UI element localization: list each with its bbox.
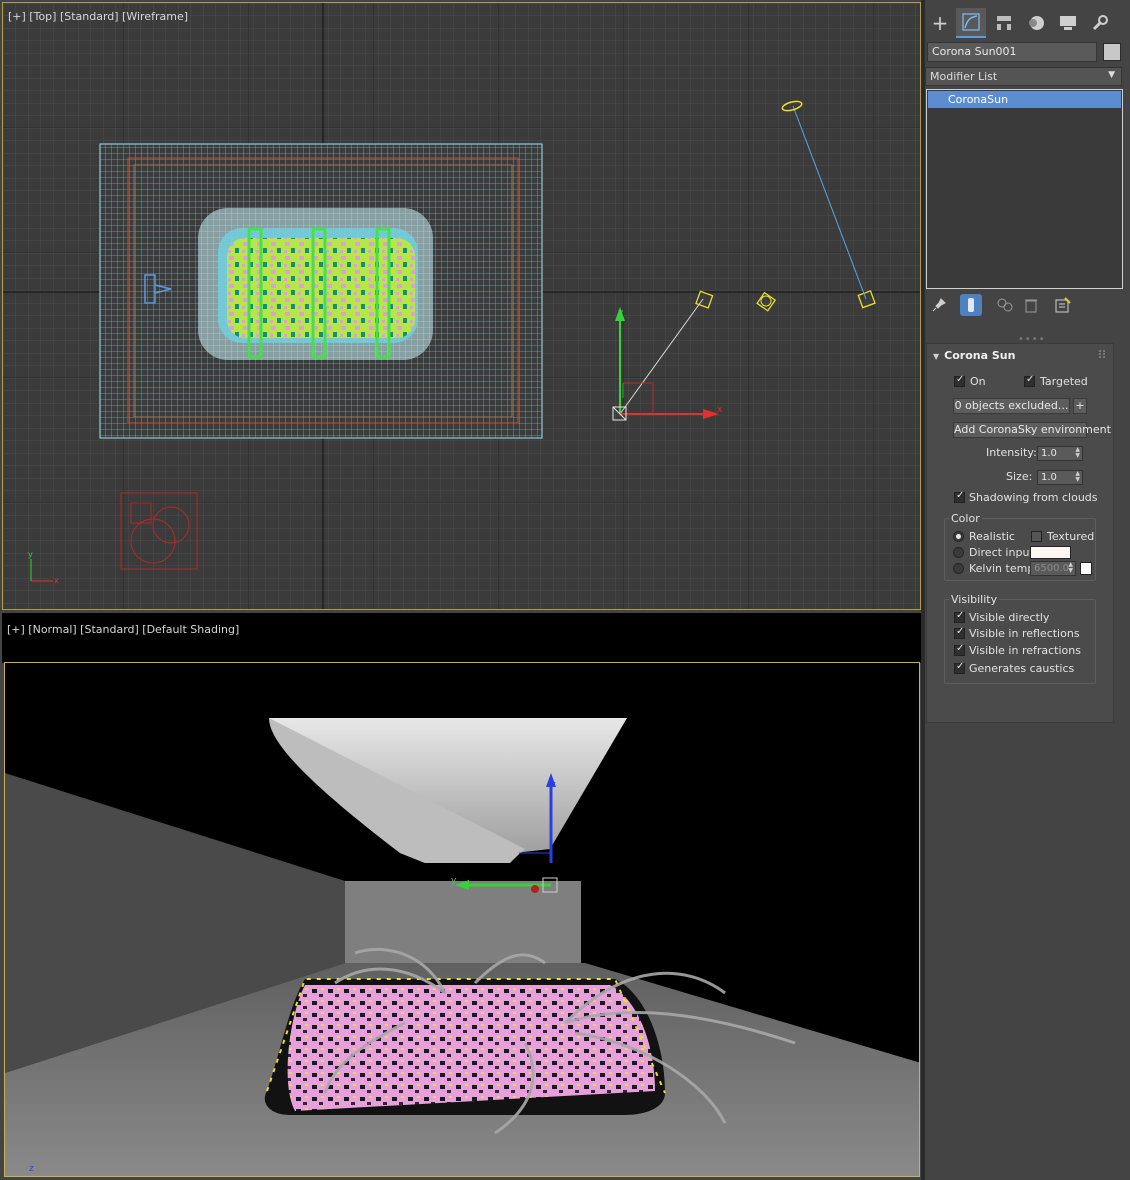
generates-caustics-label: Generates caustics	[969, 662, 1075, 675]
svg-text:z: z	[29, 1164, 34, 1174]
modifier-list-label: Modifier List	[930, 70, 998, 83]
size-value: 1.0	[1041, 472, 1057, 483]
object-name-field[interactable]: Corona Sun001	[927, 42, 1097, 62]
rollout-title: Corona Sun	[944, 349, 1016, 362]
modifier-list-dropdown[interactable]: Modifier List ▼	[925, 67, 1122, 86]
tab-utilities[interactable]	[1085, 8, 1115, 38]
svg-text:y: y	[28, 550, 33, 559]
wrench-icon	[1092, 15, 1108, 31]
realistic-label: Realistic	[969, 530, 1015, 543]
direct-input-color-swatch[interactable]	[1030, 546, 1071, 559]
intensity-label: Intensity:	[986, 446, 1037, 459]
on-label: On	[970, 375, 986, 388]
direct-input-label: Direct input	[969, 546, 1034, 559]
exclude-plus-button[interactable]: +	[1073, 398, 1087, 414]
intensity-value: 1.0	[1041, 448, 1057, 459]
pin-icon	[932, 298, 946, 312]
spinner-arrows-icon[interactable]: ▲ ▼	[1075, 471, 1080, 483]
add-coronasky-button[interactable]: Add CoronaSky environment	[953, 422, 1111, 438]
trash-icon	[1025, 299, 1037, 313]
rollout-grip-icon[interactable]	[1099, 350, 1105, 358]
remove-modifier-button[interactable]	[1020, 294, 1042, 316]
collapse-triangle-icon: ▼	[933, 352, 940, 361]
configure-sets-icon	[1055, 297, 1071, 313]
kelvin-color-swatch[interactable]	[1080, 562, 1092, 575]
pin-stack-button[interactable]	[928, 294, 950, 316]
generates-caustics-checkbox[interactable]	[954, 661, 965, 674]
command-panel-tabs: +	[925, 8, 1130, 40]
spinner-arrows-icon[interactable]: ▲ ▼	[1068, 562, 1073, 574]
visible-in-refractions-label: Visible in refractions	[969, 644, 1081, 657]
object-color-swatch[interactable]	[1103, 43, 1121, 61]
direct-input-radio[interactable]	[953, 547, 964, 558]
end-result-icon	[968, 298, 974, 312]
kelvin-temp-spinner[interactable]: 6500.0 ▲ ▼	[1030, 561, 1076, 576]
visibility-group-title: Visibility	[949, 593, 1000, 606]
tab-create[interactable]: +	[925, 8, 955, 38]
hierarchy-icon	[997, 16, 1011, 30]
textured-label: Textured	[1047, 530, 1095, 543]
rollout-header[interactable]: ▼ Corona Sun	[933, 349, 1015, 362]
stack-toolbar	[925, 294, 1130, 318]
visible-in-refractions-checkbox[interactable]	[954, 643, 965, 656]
top-viewport[interactable]: [+] [Top] [Standard] [Wireframe] y x y x	[2, 2, 921, 610]
visible-directly-checkbox[interactable]	[954, 610, 965, 623]
intensity-spinner[interactable]: 1.0 ▲ ▼	[1037, 446, 1083, 461]
modify-curve-icon	[962, 13, 980, 31]
configure-modifier-sets-button[interactable]	[1052, 294, 1074, 316]
size-label: Size:	[1006, 470, 1033, 483]
command-panel: + Corona Sun001 Modifier List ▼ CoronaSu…	[925, 0, 1130, 1180]
visible-directly-label: Visible directly	[969, 611, 1050, 624]
tab-display[interactable]	[1053, 8, 1083, 38]
svg-text:x: x	[54, 576, 59, 585]
corona-sun-rollout: ▼ Corona Sun On Targeted 0 objects exclud…	[926, 343, 1114, 723]
make-unique-button[interactable]	[994, 294, 1016, 316]
kelvin-temp-value: 6500.0	[1034, 563, 1069, 574]
targeted-checkbox[interactable]	[1024, 374, 1035, 387]
chevron-down-icon: ▼	[1108, 70, 1115, 80]
kelvin-temp-radio[interactable]	[953, 563, 964, 574]
visible-in-reflections-label: Visible in reflections	[969, 627, 1080, 640]
shadowing-clouds-label: Shadowing from clouds	[969, 491, 1098, 504]
top-viewport-label[interactable]: [+] [Top] [Standard] [Wireframe]	[8, 10, 188, 23]
perspective-viewport-header: [+] [Normal] [Standard] [Default Shading…	[2, 613, 921, 663]
perspective-viewport[interactable]: z y z	[4, 662, 920, 1177]
motion-icon	[1029, 16, 1044, 30]
on-checkbox[interactable]	[954, 374, 965, 387]
spinner-arrows-icon[interactable]: ▲ ▼	[1075, 447, 1080, 459]
size-spinner[interactable]: 1.0 ▲ ▼	[1037, 470, 1083, 485]
textured-checkbox[interactable]	[1031, 531, 1042, 542]
top-viewport-canvas: y x y x	[3, 3, 920, 609]
plus-icon: +	[931, 11, 949, 35]
svg-text:z: z	[551, 780, 556, 790]
stack-item-coronasun[interactable]: CoronaSun	[928, 91, 1121, 108]
kelvin-temp-label: Kelvin temp	[969, 562, 1035, 575]
color-group-title: Color	[949, 512, 982, 525]
realistic-radio[interactable]	[953, 531, 964, 542]
objects-excluded-button[interactable]: 0 objects excluded...	[953, 398, 1070, 414]
tab-motion[interactable]	[1021, 8, 1051, 38]
3dsmax-window: [+] [Top] [Standard] [Wireframe] y x y x…	[0, 0, 1130, 1180]
show-end-result-button[interactable]	[960, 294, 982, 316]
svg-text:y: y	[451, 876, 457, 886]
targeted-label: Targeted	[1040, 375, 1088, 388]
tab-hierarchy[interactable]	[989, 8, 1019, 38]
make-unique-icon	[997, 298, 1013, 312]
display-icon	[1060, 16, 1076, 30]
visible-in-reflections-checkbox[interactable]	[954, 626, 965, 639]
tab-modify[interactable]	[956, 8, 986, 38]
perspective-viewport-canvas: z y z	[5, 663, 919, 1176]
svg-text:y: y	[618, 308, 624, 318]
svg-text:x: x	[717, 405, 723, 415]
shadowing-clouds-checkbox[interactable]	[954, 490, 965, 503]
perspective-viewport-label[interactable]: [+] [Normal] [Standard] [Default Shading…	[7, 623, 239, 636]
modifier-stack[interactable]: CoronaSun	[926, 89, 1123, 289]
